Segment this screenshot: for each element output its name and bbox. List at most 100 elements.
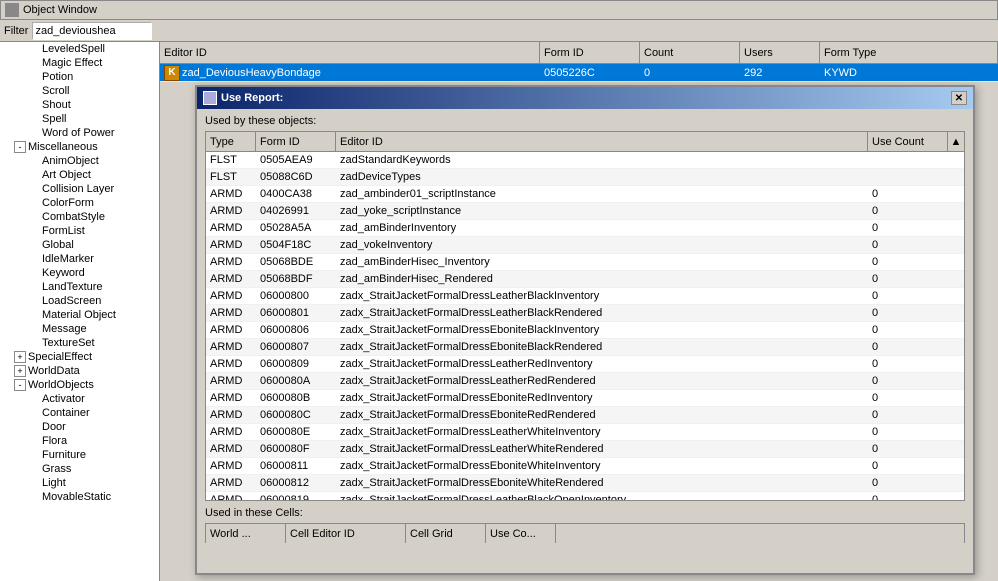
dialog-close-button[interactable]: ✕ xyxy=(951,91,967,105)
sidebar-item-potion-label: Potion xyxy=(42,71,73,83)
dth-type[interactable]: Type xyxy=(206,132,256,151)
th-form-id[interactable]: Form ID xyxy=(540,42,640,63)
sidebar-item-potion[interactable]: Potion xyxy=(0,70,159,84)
sidebar-item-spell[interactable]: Spell xyxy=(0,112,159,126)
expand-miscellaneous-icon[interactable]: - xyxy=(14,141,26,153)
sidebar-item-artobject[interactable]: Art Object xyxy=(0,168,159,182)
dialog-table-row[interactable]: ARMD 06000809 zadx_StraitJacketFormalDre… xyxy=(206,356,964,373)
sidebar-item-animobject[interactable]: AnimObject xyxy=(0,154,159,168)
dialog-table-row[interactable]: ARMD 06000806 zadx_StraitJacketFormalDre… xyxy=(206,322,964,339)
dtd-editor-id: zadx_StraitJacketFormalDressEboniteRedIn… xyxy=(336,390,868,406)
dtd-type: ARMD xyxy=(206,322,256,338)
dialog-table-row[interactable]: ARMD 05068BDF zad_amBinderHisec_Rendered… xyxy=(206,271,964,288)
th-count[interactable]: Count xyxy=(640,42,740,63)
sidebar-item-keyword[interactable]: Keyword xyxy=(0,266,159,280)
dialog-table-row[interactable]: ARMD 0600080F zadx_StraitJacketFormalDre… xyxy=(206,441,964,458)
sidebar-item-miscellaneous[interactable]: - Miscellaneous xyxy=(0,140,159,154)
sidebar-item-collisionlayer[interactable]: Collision Layer xyxy=(0,182,159,196)
dialog-table-row[interactable]: ARMD 05068BDE zad_amBinderHisec_Inventor… xyxy=(206,254,964,271)
dbth-use-count[interactable]: Use Co... xyxy=(486,524,556,543)
dtd-type: ARMD xyxy=(206,492,256,500)
dbth-world[interactable]: World ... xyxy=(206,524,286,543)
dtd-form-id: 0600080F xyxy=(256,441,336,457)
dialog-table-row[interactable]: ARMD 0504F18C zad_vokeInventory 0 xyxy=(206,237,964,254)
sidebar-item-idlemarker[interactable]: IdleMarker xyxy=(0,252,159,266)
sidebar-item-movablestatic[interactable]: MovableStatic xyxy=(0,490,159,504)
sidebar-item-container-label: Container xyxy=(42,407,90,419)
dth-scroll-arrow: ▲ xyxy=(948,132,964,151)
dtd-type: ARMD xyxy=(206,288,256,304)
dtd-use-count: 0 xyxy=(868,458,948,474)
sidebar-item-colorform[interactable]: ColorForm xyxy=(0,196,159,210)
expand-worlddata-icon[interactable]: + xyxy=(14,365,26,377)
dialog-table-row[interactable]: FLST 05088C6D zadDeviceTypes xyxy=(206,169,964,186)
dialog-table-row[interactable]: FLST 0505AEA9 zadStandardKeywords xyxy=(206,152,964,169)
sidebar-item-worldobjects[interactable]: - WorldObjects xyxy=(0,378,159,392)
dialog-table-row[interactable]: ARMD 06000812 zadx_StraitJacketFormalDre… xyxy=(206,475,964,492)
dialog-table-row[interactable]: ARMD 0400CA38 zad_ambinder01_scriptInsta… xyxy=(206,186,964,203)
sidebar-item-wordofpower-label: Word of Power xyxy=(42,127,115,139)
title-bar: Object Window xyxy=(0,0,998,20)
th-users[interactable]: Users xyxy=(740,42,820,63)
sidebar-item-door-label: Door xyxy=(42,421,66,433)
sidebar-item-scroll[interactable]: Scroll xyxy=(0,84,159,98)
sidebar-item-worlddata[interactable]: + WorldData xyxy=(0,364,159,378)
dth-form-id[interactable]: Form ID xyxy=(256,132,336,151)
sidebar-item-door[interactable]: Door xyxy=(0,420,159,434)
dtd-spacer xyxy=(948,492,964,500)
window-icon xyxy=(5,3,19,17)
dialog-table-row[interactable]: ARMD 05028A5A zad_amBinderInventory 0 xyxy=(206,220,964,237)
used-by-table-wrapper: Type Form ID Editor ID Use Count ▲ FLST xyxy=(205,131,965,501)
sidebar-item-message[interactable]: Message xyxy=(0,322,159,336)
sidebar-item-leveledspell[interactable]: LeveledSpell xyxy=(0,42,159,56)
th-editor-id[interactable]: Editor ID xyxy=(160,42,540,63)
dialog-table-row[interactable]: ARMD 0600080C zadx_StraitJacketFormalDre… xyxy=(206,407,964,424)
sidebar-item-landtexture[interactable]: LandTexture xyxy=(0,280,159,294)
sidebar-item-specialeffect[interactable]: + SpecialEffect xyxy=(0,350,159,364)
sidebar-item-materialobject[interactable]: Material Object xyxy=(0,308,159,322)
dtd-editor-id: zadx_StraitJacketFormalDressEboniteWhite… xyxy=(336,458,868,474)
sidebar-item-container[interactable]: Container xyxy=(0,406,159,420)
dbth-cell-editor-id[interactable]: Cell Editor ID xyxy=(286,524,406,543)
sidebar-item-combatstyle[interactable]: CombatStyle xyxy=(0,210,159,224)
sidebar-item-grass[interactable]: Grass xyxy=(0,462,159,476)
dialog-table-row[interactable]: ARMD 06000819 zadx_StraitJacketFormalDre… xyxy=(206,492,964,500)
sidebar-item-activator[interactable]: Activator xyxy=(0,392,159,406)
sidebar-item-global[interactable]: Global xyxy=(0,238,159,252)
sidebar-item-wordofpower[interactable]: Word of Power xyxy=(0,126,159,140)
dtd-use-count: 0 xyxy=(868,475,948,491)
dialog-table-row[interactable]: ARMD 0600080B zadx_StraitJacketFormalDre… xyxy=(206,390,964,407)
filter-input[interactable] xyxy=(32,22,152,40)
th-form-type[interactable]: Form Type xyxy=(820,42,998,63)
dtd-type: ARMD xyxy=(206,390,256,406)
sidebar-item-light[interactable]: Light xyxy=(0,476,159,490)
dialog-table-row[interactable]: ARMD 04026991 zad_yoke_scriptInstance 0 xyxy=(206,203,964,220)
main-table-header: Editor ID Form ID Count Users Form Type xyxy=(160,42,998,64)
dth-editor-id[interactable]: Editor ID xyxy=(336,132,868,151)
dialog-table-row[interactable]: ARMD 0600080E zadx_StraitJacketFormalDre… xyxy=(206,424,964,441)
used-in-label: Used in these Cells: xyxy=(205,507,965,519)
table-row[interactable]: K zad_DeviousHeavyBondage 0505226C 0 292… xyxy=(160,64,998,82)
sidebar-item-furniture[interactable]: Furniture xyxy=(0,448,159,462)
sidebar-item-shout[interactable]: Shout xyxy=(0,98,159,112)
sidebar-item-formlist[interactable]: FormList xyxy=(0,224,159,238)
dialog-table-row[interactable]: ARMD 06000800 zadx_StraitJacketFormalDre… xyxy=(206,288,964,305)
dialog-table-row[interactable]: ARMD 06000811 zadx_StraitJacketFormalDre… xyxy=(206,458,964,475)
dialog-table-row[interactable]: ARMD 06000807 zadx_StraitJacketFormalDre… xyxy=(206,339,964,356)
expand-specialeffect-icon[interactable]: + xyxy=(14,351,26,363)
sidebar-item-keyword-label: Keyword xyxy=(42,267,85,279)
dialog-content: Used by these objects: Type Form ID Edit… xyxy=(197,109,973,573)
sidebar-item-flora[interactable]: Flora xyxy=(0,434,159,448)
dialog-table-row[interactable]: ARMD 0600080A zadx_StraitJacketFormalDre… xyxy=(206,373,964,390)
sidebar-item-loadscreen[interactable]: LoadScreen xyxy=(0,294,159,308)
dtd-form-id: 0505AEA9 xyxy=(256,152,336,168)
sidebar-item-textureset[interactable]: TextureSet xyxy=(0,336,159,350)
dtd-type: ARMD xyxy=(206,271,256,287)
dialog-table-row[interactable]: ARMD 06000801 zadx_StraitJacketFormalDre… xyxy=(206,305,964,322)
expand-worldobjects-icon[interactable]: - xyxy=(14,379,26,391)
sidebar-item-magiceffect[interactable]: Magic Effect xyxy=(0,56,159,70)
sidebar-item-idlemarker-label: IdleMarker xyxy=(42,253,94,265)
sidebar-item-scroll-label: Scroll xyxy=(42,85,70,97)
dbth-cell-grid[interactable]: Cell Grid xyxy=(406,524,486,543)
dth-use-count[interactable]: Use Count xyxy=(868,132,948,151)
